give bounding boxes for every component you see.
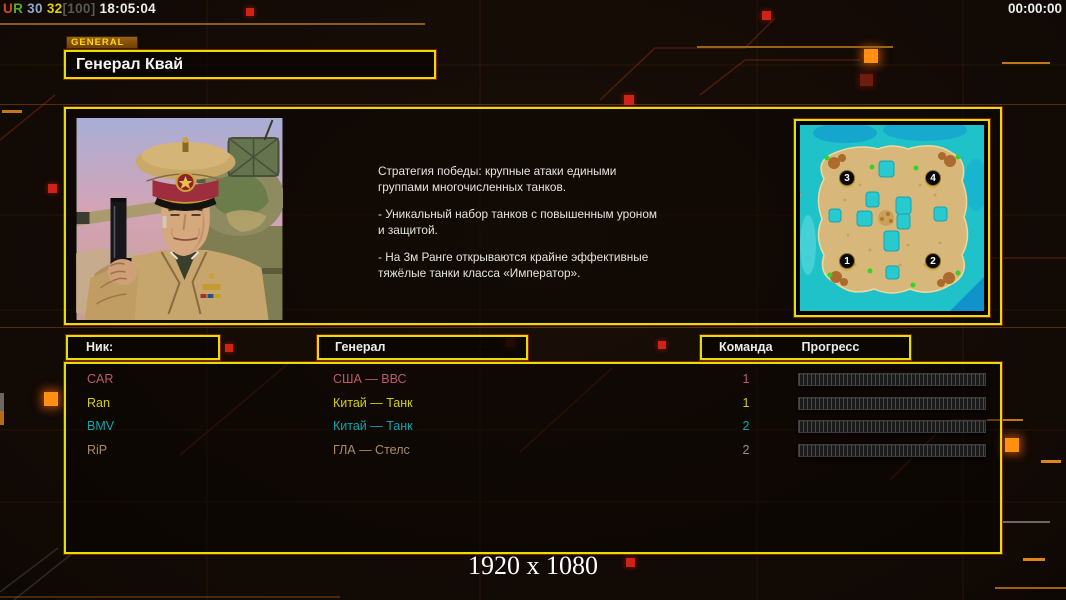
- deco-dash: [0, 411, 4, 425]
- player-team: 2: [742, 419, 750, 433]
- header-general: Генерал: [317, 335, 528, 360]
- header-team-label: Команда: [719, 340, 773, 354]
- start-position-1[interactable]: 1: [839, 253, 855, 269]
- deco-dash: [1003, 521, 1050, 523]
- deco-dash: [1041, 460, 1061, 463]
- deco-square: [1005, 438, 1019, 452]
- deco-line: [0, 23, 425, 25]
- start-position-4[interactable]: 4: [925, 170, 941, 186]
- player-nick: CAR: [87, 372, 114, 386]
- network-stats-overlay: UR 30 32[100] 18:05:04: [3, 1, 156, 16]
- player-general: США — ВВС: [333, 372, 407, 386]
- deco-dash: [1023, 558, 1045, 561]
- player-progress-bar: [798, 396, 986, 410]
- deco-square: [762, 11, 771, 20]
- player-nick: BMV: [87, 419, 115, 433]
- deco-dash: [0, 393, 4, 411]
- general-title-box: Генерал Квай: [64, 50, 436, 79]
- player-row: BMV Китай — Танк 2: [66, 415, 1000, 439]
- deco-square: [860, 74, 873, 86]
- player-progress-bar: [798, 420, 986, 433]
- general-portrait: [46, 118, 285, 320]
- deco-square: [626, 558, 635, 567]
- player-general: Китай — Танк: [333, 419, 413, 433]
- game-timer: 00:00:00: [1007, 1, 1062, 16]
- player-general: ГЛА — Стелс: [333, 442, 410, 457]
- player-row: Ran Китай — Танк 1: [66, 392, 1000, 416]
- player-progress-bar: [798, 443, 986, 457]
- deco-square: [246, 8, 254, 16]
- player-team: 2: [742, 442, 750, 457]
- general-description: Стратегия победы: крупные атаки едиными …: [378, 163, 728, 292]
- stat-segment: 32: [42, 1, 63, 16]
- deco-square: [658, 341, 666, 349]
- minimap-image: [798, 119, 988, 311]
- player-nick: Ran: [87, 395, 110, 410]
- stat-segment: U: [3, 1, 14, 16]
- clock-text: 18:05:04: [95, 1, 156, 16]
- header-general-label: Генерал: [335, 340, 386, 354]
- stat-segment: [100]: [62, 1, 96, 16]
- stat-segment: 30: [23, 1, 43, 16]
- player-general: Китай — Танк: [333, 395, 413, 410]
- player-progress-bar: [798, 373, 986, 386]
- player-row: RiP ГЛА — Стелс 2: [66, 439, 1000, 463]
- header-progress-label: Прогресс: [801, 340, 860, 354]
- tab-general[interactable]: GENERAL: [66, 36, 138, 49]
- description-paragraph: Стратегия победы: крупные атаки едиными …: [378, 164, 617, 194]
- deco-line: [697, 46, 893, 48]
- general-portrait-image: [46, 118, 285, 320]
- deco-dash: [2, 110, 22, 113]
- deco-dash: [1002, 62, 1050, 64]
- deco-square: [225, 344, 233, 352]
- header-nick-label: Ник:: [86, 340, 114, 354]
- deco-square: [48, 184, 57, 193]
- deco-square: [864, 49, 878, 63]
- start-position-2[interactable]: 2: [925, 253, 941, 269]
- header-nick: Ник:: [66, 335, 220, 360]
- start-position-3[interactable]: 3: [839, 170, 855, 186]
- player-team: 1: [742, 372, 750, 386]
- header-team-progress: Команда Прогресс: [700, 335, 911, 360]
- stat-segment: R: [13, 1, 24, 16]
- resolution-label: 1920 x 1080: [468, 551, 598, 580]
- game-info-screen: UR 30 32[100] 18:05:04 00:00:00 GENERAL …: [0, 0, 1066, 600]
- players-table: CAR США — ВВС 1 Ran Китай — Танк 1 BMV К…: [64, 362, 1002, 554]
- minimap[interactable]: 3 4 1 2: [794, 119, 990, 317]
- general-name: Генерал Квай: [76, 56, 184, 73]
- player-team: 1: [742, 395, 750, 410]
- deco-square: [624, 95, 634, 105]
- description-paragraph: - На 3м Ранге открываются крайне эффекти…: [378, 250, 649, 280]
- player-row: CAR США — ВВС 1: [66, 368, 1000, 392]
- player-nick: RiP: [87, 442, 108, 457]
- description-paragraph: - Уникальный набор танков с повышенным у…: [378, 207, 657, 237]
- deco-square: [44, 392, 58, 406]
